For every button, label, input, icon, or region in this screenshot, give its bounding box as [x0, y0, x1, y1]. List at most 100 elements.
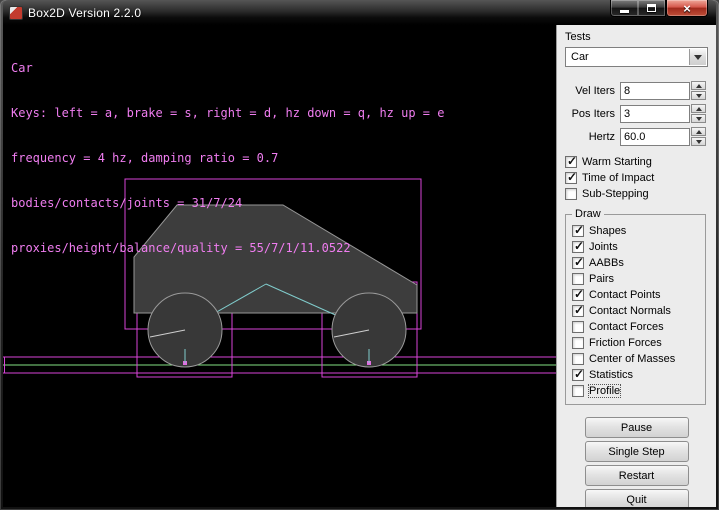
maximize-button[interactable]: [638, 0, 666, 17]
checkbox-box: [572, 257, 584, 269]
checkbox-box: [565, 172, 577, 184]
caption-buttons: ×: [610, 0, 708, 17]
pos-iters-row: Pos Iters: [557, 104, 706, 123]
checkbox-box: [572, 321, 584, 333]
vel-iters-spinner: [691, 81, 706, 100]
minimize-button[interactable]: [610, 0, 638, 17]
tests-label: Tests: [565, 31, 716, 43]
pos-iters-down-button[interactable]: [691, 114, 706, 123]
stats-overlay: Car Keys: left = a, brake = s, right = d…: [11, 31, 444, 286]
checkbox-label: Time of Impact: [582, 172, 654, 184]
tests-dropdown-value: Car: [571, 51, 589, 63]
checkbox-time-of-impact[interactable]: Time of Impact: [565, 170, 716, 186]
arrow-up-icon: [696, 84, 702, 88]
vel-iters-input[interactable]: [620, 82, 690, 100]
proxies-stats-line: proxies/height/balance/quality = 55/7/1/…: [11, 241, 444, 256]
tests-dropdown-button[interactable]: [689, 49, 706, 65]
arrow-up-icon: [696, 107, 702, 111]
checkbox-aabbs[interactable]: AABBs: [572, 255, 705, 271]
vel-iters-label: Vel Iters: [575, 85, 615, 97]
vel-iters-row: Vel Iters: [557, 81, 706, 100]
checkbox-profile[interactable]: Profile: [572, 383, 705, 399]
checkbox-label: Contact Points: [589, 289, 661, 301]
close-icon: ×: [683, 2, 691, 15]
minimize-icon: [620, 10, 629, 13]
simulation-canvas[interactable]: Car Keys: left = a, brake = s, right = d…: [3, 25, 556, 507]
checkbox-label: Contact Normals: [589, 305, 671, 317]
control-panel: Tests Car Vel Iters Pos Iters: [556, 25, 716, 507]
chevron-down-icon: [694, 55, 702, 60]
checkbox-friction-forces[interactable]: Friction Forces: [572, 335, 705, 351]
checkbox-box: [572, 305, 584, 317]
pause-button[interactable]: Pause: [585, 417, 689, 438]
arrow-down-icon: [696, 117, 702, 121]
checkbox-box: [572, 289, 584, 301]
hertz-label: Hertz: [589, 131, 615, 143]
checkbox-label: Shapes: [589, 225, 626, 237]
checkbox-label: Pairs: [589, 273, 614, 285]
checkbox-box: [565, 188, 577, 200]
checkbox-box: [572, 273, 584, 285]
checkbox-label: AABBs: [589, 257, 624, 269]
single-step-button[interactable]: Single Step: [585, 441, 689, 462]
keys-help-line: Keys: left = a, brake = s, right = d, hz…: [11, 106, 444, 121]
vel-iters-down-button[interactable]: [691, 91, 706, 100]
checkbox-joints[interactable]: Joints: [572, 239, 705, 255]
close-button[interactable]: ×: [666, 0, 708, 17]
arrow-down-icon: [696, 140, 702, 144]
checkbox-label: Joints: [589, 241, 618, 253]
checkbox-contact-forces[interactable]: Contact Forces: [572, 319, 705, 335]
checkbox-sub-stepping[interactable]: Sub-Stepping: [565, 186, 716, 202]
titlebar[interactable]: Box2D Version 2.2.0 ×: [3, 0, 716, 25]
checkbox-label: Contact Forces: [589, 321, 664, 333]
checkbox-label: Statistics: [589, 369, 633, 381]
pos-iters-up-button[interactable]: [691, 104, 706, 113]
draw-group-label: Draw: [572, 208, 604, 220]
checkbox-box: [572, 369, 584, 381]
restart-button[interactable]: Restart: [585, 465, 689, 486]
checkbox-statistics[interactable]: Statistics: [572, 367, 705, 383]
checkbox-label: Center of Masses: [589, 353, 675, 365]
app-icon: [9, 6, 23, 20]
hertz-row: Hertz: [557, 127, 706, 146]
arrow-up-icon: [696, 130, 702, 134]
checkbox-label: Friction Forces: [589, 337, 662, 349]
draw-group: Draw Shapes Joints AABBs Pairs: [565, 214, 706, 405]
checkbox-contact-normals[interactable]: Contact Normals: [572, 303, 705, 319]
hertz-down-button[interactable]: [691, 137, 706, 146]
arrow-down-icon: [696, 94, 702, 98]
window-content: Car Keys: left = a, brake = s, right = d…: [3, 25, 716, 507]
checkbox-shapes[interactable]: Shapes: [572, 223, 705, 239]
box2d-window: Box2D Version 2.2.0 ×: [0, 0, 719, 510]
tests-dropdown[interactable]: Car: [565, 47, 708, 67]
iteration-settings: Vel Iters Pos Iters Hert: [557, 81, 716, 146]
checkbox-center-of-masses[interactable]: Center of Masses: [572, 351, 705, 367]
hertz-up-button[interactable]: [691, 127, 706, 136]
checkbox-box: [572, 241, 584, 253]
frequency-line: frequency = 4 hz, damping ratio = 0.7: [11, 151, 444, 166]
hertz-spinner: [691, 127, 706, 146]
maximize-icon: [647, 4, 656, 12]
pos-iters-spinner: [691, 104, 706, 123]
checkbox-box: [572, 385, 584, 397]
sim-checkboxes: Warm Starting Time of Impact Sub-Steppin…: [557, 154, 716, 202]
checkbox-box: [565, 156, 577, 168]
checkbox-label: Profile: [589, 385, 620, 397]
checkbox-label: Sub-Stepping: [582, 188, 649, 200]
vel-iters-up-button[interactable]: [691, 81, 706, 90]
checkbox-label: Warm Starting: [582, 156, 652, 168]
window-title: Box2D Version 2.2.0: [28, 6, 141, 20]
checkbox-box: [572, 337, 584, 349]
action-buttons: Pause Single Step Restart Quit: [557, 417, 716, 507]
pos-iters-input[interactable]: [620, 105, 690, 123]
checkbox-box: [572, 225, 584, 237]
checkbox-pairs[interactable]: Pairs: [572, 271, 705, 287]
pos-iters-label: Pos Iters: [572, 108, 615, 120]
checkbox-warm-starting[interactable]: Warm Starting: [565, 154, 716, 170]
quit-button[interactable]: Quit: [585, 489, 689, 507]
checkbox-contact-points[interactable]: Contact Points: [572, 287, 705, 303]
test-title: Car: [11, 61, 444, 76]
hertz-input[interactable]: [620, 128, 690, 146]
checkbox-box: [572, 353, 584, 365]
bodies-stats-line: bodies/contacts/joints = 31/7/24: [11, 196, 444, 211]
